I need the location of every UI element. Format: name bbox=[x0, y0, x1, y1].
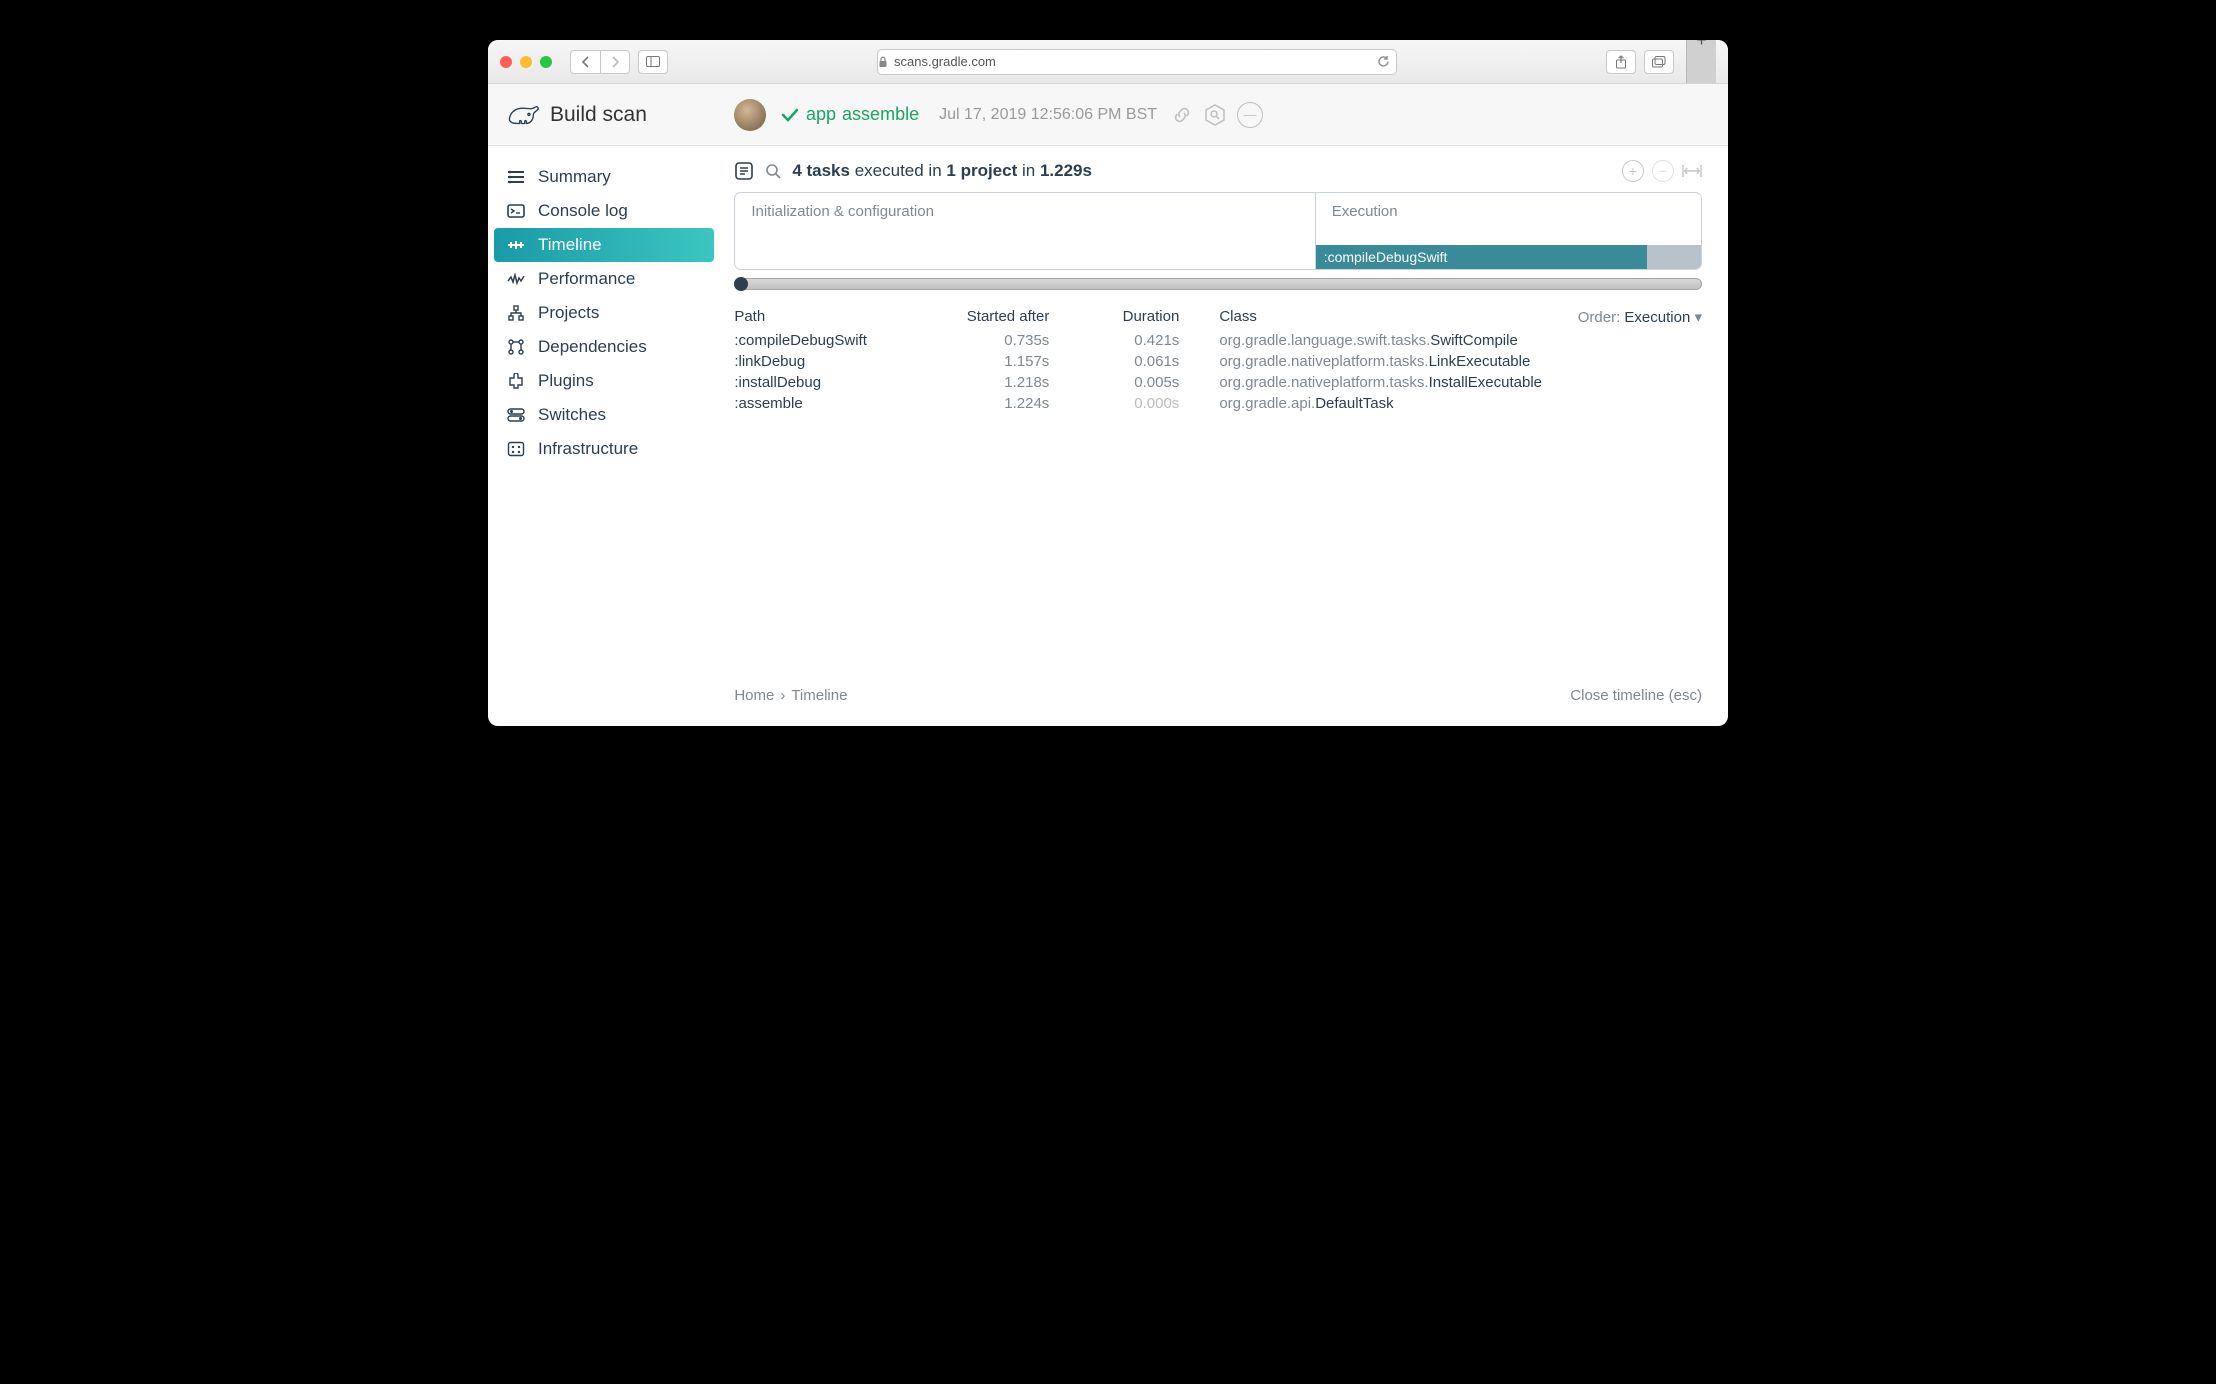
collapse-all-button[interactable]: − bbox=[1652, 160, 1674, 182]
expand-all-button[interactable]: + bbox=[1622, 160, 1644, 182]
breadcrumb-page: Timeline bbox=[791, 687, 847, 704]
exec-task-bar-rest bbox=[1647, 245, 1701, 269]
order-selector[interactable]: Order: Execution ▾ bbox=[1542, 308, 1702, 326]
header-actions: — bbox=[1171, 102, 1263, 128]
header-timestamp: Jul 17, 2019 12:56:06 PM BST bbox=[939, 106, 1157, 124]
browser-window: scans.gradle.com + Build scan app assemb… bbox=[488, 40, 1728, 726]
chevron-down-icon: ▾ bbox=[1694, 309, 1702, 326]
search-hexagon-icon[interactable] bbox=[1203, 103, 1227, 127]
nav-buttons bbox=[570, 50, 630, 74]
table-row[interactable]: :compileDebugSwift 0.735s 0.421s org.gra… bbox=[734, 330, 1702, 351]
dependencies-icon bbox=[506, 337, 526, 357]
plugins-icon bbox=[506, 371, 526, 391]
col-start-header[interactable]: Started after bbox=[944, 308, 1049, 326]
sidebar-item-infrastructure[interactable]: Infrastructure bbox=[488, 432, 720, 466]
col-path-header[interactable]: Path bbox=[734, 308, 944, 326]
main-area: Summary Console log Timeline Performance… bbox=[488, 146, 1728, 726]
sidebar-item-timeline[interactable]: Timeline bbox=[494, 228, 714, 262]
content-area: 4 tasks executed in 1 project in 1.229s … bbox=[720, 146, 1728, 726]
exec-task-bar[interactable]: :compileDebugSwift bbox=[1316, 245, 1647, 269]
lock-icon bbox=[878, 56, 888, 68]
header-task[interactable]: assemble bbox=[842, 104, 919, 125]
sidebar-item-switches[interactable]: Switches bbox=[488, 398, 720, 432]
projects-icon bbox=[506, 303, 526, 323]
switches-icon bbox=[506, 405, 526, 425]
browser-toolbar: scans.gradle.com + bbox=[488, 40, 1728, 84]
new-tab-button[interactable]: + bbox=[1686, 40, 1716, 84]
minus-circle-icon[interactable]: — bbox=[1237, 102, 1263, 128]
page-header: Build scan app assemble Jul 17, 2019 12:… bbox=[488, 84, 1728, 146]
exec-bar-row: :compileDebugSwift bbox=[1316, 245, 1701, 269]
zoom-window-button[interactable] bbox=[540, 56, 552, 68]
sidebar-item-label: Infrastructure bbox=[538, 439, 638, 459]
sidebar-item-label: Plugins bbox=[538, 371, 594, 391]
table-row[interactable]: :linkDebug 1.157s 0.061s org.gradle.nati… bbox=[734, 351, 1702, 372]
scrubber-handle[interactable] bbox=[734, 277, 748, 291]
phase-init: Initialization & configuration bbox=[735, 193, 1314, 269]
performance-icon bbox=[506, 269, 526, 289]
brand-area: Build scan bbox=[506, 102, 734, 128]
phase-exec-label: Execution bbox=[1332, 203, 1398, 220]
close-window-button[interactable] bbox=[500, 56, 512, 68]
minimize-window-button[interactable] bbox=[520, 56, 532, 68]
timeline-summary: 4 tasks executed in 1 project in 1.229s … bbox=[734, 160, 1702, 182]
phase-init-label: Initialization & configuration bbox=[751, 203, 934, 220]
console-icon bbox=[506, 201, 526, 221]
sidebar-item-label: Switches bbox=[538, 405, 606, 425]
breadcrumb-separator: › bbox=[780, 687, 785, 704]
footer: Home › Timeline Close timeline (esc) bbox=[734, 669, 1702, 726]
address-bar[interactable]: scans.gradle.com bbox=[877, 49, 1397, 75]
timeline-phases: Initialization & configuration Execution… bbox=[734, 192, 1702, 270]
col-duration-header[interactable]: Duration bbox=[1049, 308, 1179, 326]
phase-exec: Execution :compileDebugSwift bbox=[1315, 193, 1701, 269]
sidebar-item-console-log[interactable]: Console log bbox=[488, 194, 720, 228]
sidebar-item-label: Timeline bbox=[538, 235, 602, 255]
sidebar-item-label: Console log bbox=[538, 201, 628, 221]
link-icon[interactable] bbox=[1171, 104, 1193, 126]
summary-icon bbox=[506, 167, 526, 187]
window-controls bbox=[500, 56, 552, 68]
fit-width-icon[interactable] bbox=[1682, 164, 1702, 178]
table-row[interactable]: :installDebug 1.218s 0.005s org.gradle.n… bbox=[734, 372, 1702, 393]
summary-actions: + − bbox=[1622, 160, 1702, 182]
summary-text: 4 tasks executed in 1 project in 1.229s bbox=[792, 161, 1092, 181]
sidebar-item-label: Projects bbox=[538, 303, 599, 323]
forward-button[interactable] bbox=[600, 50, 630, 74]
reload-button[interactable] bbox=[1377, 55, 1390, 68]
table-header: Path Started after Duration Class Order:… bbox=[734, 308, 1702, 330]
sidebar-item-summary[interactable]: Summary bbox=[488, 160, 720, 194]
timeline-icon bbox=[506, 235, 526, 255]
search-icon[interactable] bbox=[764, 162, 782, 180]
close-timeline-link[interactable]: Close timeline (esc) bbox=[1570, 687, 1702, 704]
task-table: Path Started after Duration Class Order:… bbox=[734, 308, 1702, 414]
sidebar-toggle-button[interactable] bbox=[638, 50, 668, 74]
sidebar-item-label: Summary bbox=[538, 167, 611, 187]
sidebar-item-label: Dependencies bbox=[538, 337, 647, 357]
breadcrumb-home[interactable]: Home bbox=[734, 687, 774, 704]
avatar[interactable] bbox=[734, 99, 766, 131]
infrastructure-icon bbox=[506, 439, 526, 459]
sidebar-item-performance[interactable]: Performance bbox=[488, 262, 720, 296]
sidebar-item-dependencies[interactable]: Dependencies bbox=[488, 330, 720, 364]
sidebar-item-plugins[interactable]: Plugins bbox=[488, 364, 720, 398]
table-row[interactable]: :assemble 1.224s 0.000s org.gradle.api.D… bbox=[734, 393, 1702, 414]
back-button[interactable] bbox=[570, 50, 600, 74]
gradle-logo-icon bbox=[506, 102, 540, 128]
header-project[interactable]: app bbox=[806, 104, 836, 125]
timeline-scrubber[interactable] bbox=[734, 278, 1702, 290]
tabs-button[interactable] bbox=[1644, 50, 1674, 74]
check-icon bbox=[780, 105, 800, 125]
brand-title: Build scan bbox=[550, 103, 647, 127]
sidebar-item-label: Performance bbox=[538, 269, 635, 289]
share-button[interactable] bbox=[1606, 50, 1636, 74]
sidebar: Summary Console log Timeline Performance… bbox=[488, 146, 720, 726]
filter-icon[interactable] bbox=[734, 161, 754, 181]
url-text: scans.gradle.com bbox=[894, 54, 996, 69]
toolbar-right bbox=[1606, 50, 1674, 74]
col-class-header[interactable]: Class bbox=[1179, 308, 1542, 326]
sidebar-item-projects[interactable]: Projects bbox=[488, 296, 720, 330]
